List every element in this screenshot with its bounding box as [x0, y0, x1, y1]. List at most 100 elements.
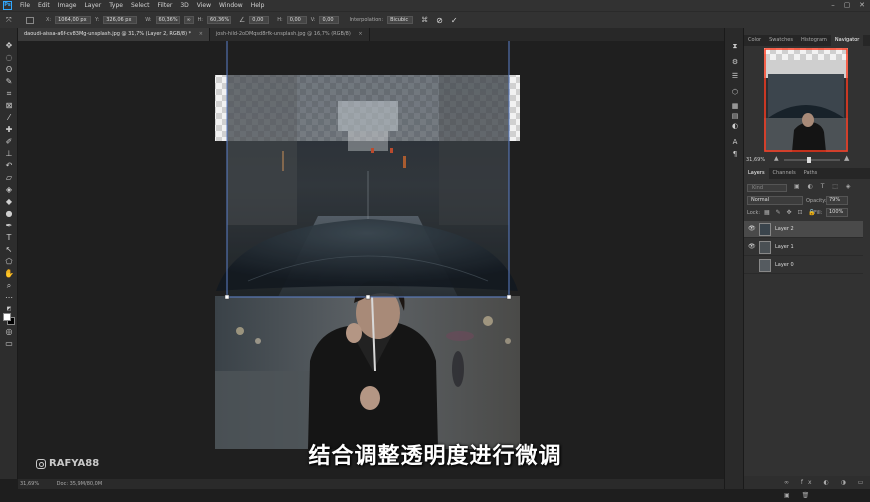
link-icon[interactable]: ∞: [183, 16, 194, 24]
close-tab-icon[interactable]: ×: [199, 31, 203, 37]
pen-tool-icon[interactable]: ✒: [3, 221, 15, 231]
menu-layer[interactable]: Layer: [80, 2, 105, 9]
crop-tool-icon[interactable]: ⌗: [3, 89, 15, 99]
layer-name[interactable]: Layer 0: [775, 257, 794, 274]
angle-field[interactable]: 0,00: [249, 16, 270, 24]
blend-mode-select[interactable]: Normal: [747, 196, 803, 205]
default-colors-icon[interactable]: ◩: [3, 304, 15, 312]
tab-swatches[interactable]: Swatches: [765, 35, 797, 46]
menu-select[interactable]: Select: [127, 2, 154, 9]
type-tool-icon[interactable]: T: [3, 233, 15, 243]
tab-navigator[interactable]: Navigator: [830, 35, 864, 46]
layer-row-layer-1[interactable]: 👁 Layer 1: [744, 239, 863, 256]
3d-icon[interactable]: ⬡: [730, 88, 740, 97]
layer-name[interactable]: Layer 1: [775, 239, 794, 256]
menu-image[interactable]: Image: [54, 2, 81, 9]
screen-mode-icon[interactable]: ▭: [3, 339, 15, 349]
menu-3d[interactable]: 3D: [176, 2, 192, 9]
brush-tool-icon[interactable]: ✐: [3, 137, 15, 147]
layer-row-layer-2[interactable]: 👁 Layer 2: [744, 221, 863, 238]
menu-view[interactable]: View: [193, 2, 215, 9]
libraries-icon[interactable]: ▤: [730, 112, 740, 121]
navigator-preview[interactable]: [764, 48, 848, 152]
layers-footer-buttons[interactable]: ∞ fx ◐ ◑ ▭ ▣ 🗑: [744, 476, 870, 499]
reference-point-icon[interactable]: [26, 16, 34, 24]
zoom-in-icon[interactable]: ▲: [844, 154, 849, 162]
x-field[interactable]: 1064,00 px: [55, 16, 92, 24]
hand-tool-icon[interactable]: ✋: [3, 269, 15, 279]
eraser-tool-icon[interactable]: ▱: [3, 173, 15, 183]
y-field[interactable]: 326,06 px: [103, 16, 138, 24]
frame-tool-icon[interactable]: ⊠: [3, 101, 15, 111]
menu-edit[interactable]: Edit: [34, 2, 54, 9]
eye-icon[interactable]: 👁: [748, 243, 756, 250]
tab-histogram[interactable]: Histogram: [797, 35, 831, 46]
menu-type[interactable]: Type: [105, 2, 127, 9]
history-icon[interactable]: ⧗: [730, 42, 740, 51]
shape-tool-icon[interactable]: ⬠: [3, 257, 15, 267]
commit-transform-button[interactable]: ✓: [451, 16, 458, 25]
minimize-button[interactable]: –: [826, 0, 840, 11]
navigator-zoom[interactable]: 31,69%: [746, 157, 765, 163]
close-tab-icon[interactable]: ×: [358, 31, 362, 37]
foreground-color-swatch[interactable]: [3, 313, 11, 321]
zoom-tool-icon[interactable]: ⌕: [3, 281, 15, 291]
more-tools-icon[interactable]: ⋯: [3, 293, 15, 303]
history-brush-tool-icon[interactable]: ↶: [3, 161, 15, 171]
status-zoom[interactable]: 31,69%: [20, 481, 39, 487]
menu-window[interactable]: Window: [215, 2, 247, 9]
tab-paths[interactable]: Paths: [800, 168, 822, 179]
tab-color[interactable]: Color: [744, 35, 765, 46]
transform-handle-bottom-left[interactable]: [224, 294, 230, 300]
canvas-area[interactable]: [18, 41, 724, 479]
transform-handle-bottom-right[interactable]: [506, 294, 512, 300]
adjustments-icon[interactable]: ☰: [730, 72, 740, 81]
lock-icons[interactable]: ▦ ✎ ✥ ⊡ 🔒: [764, 209, 818, 216]
opacity-field[interactable]: 79%: [826, 196, 848, 205]
layer-row-layer-0[interactable]: 👁 Layer 0: [744, 257, 863, 274]
move-tool-icon[interactable]: ✥: [3, 41, 15, 51]
tab-channels[interactable]: Channels: [769, 168, 800, 179]
move-tool-preset-icon[interactable]: ⤧: [6, 16, 16, 25]
marquee-tool-icon[interactable]: ◌: [3, 53, 15, 63]
layer-name[interactable]: Layer 2: [775, 221, 794, 238]
properties-icon[interactable]: ⚙: [730, 58, 740, 67]
paint-bucket-tool-icon[interactable]: ◈: [3, 185, 15, 195]
layer-filter-icons[interactable]: ▣ ◐ T ⬚ ◈: [794, 183, 853, 190]
navigator-zoom-slider[interactable]: [784, 159, 840, 161]
healing-brush-tool-icon[interactable]: ✚: [3, 125, 15, 135]
width-field[interactable]: 60,36%: [155, 16, 180, 24]
clone-stamp-tool-icon[interactable]: ⊥: [3, 149, 15, 159]
menu-filter[interactable]: Filter: [154, 2, 177, 9]
maximize-button[interactable]: ▢: [840, 0, 854, 11]
cancel-transform-button[interactable]: ⊘: [436, 16, 443, 25]
menu-help[interactable]: Help: [247, 2, 269, 9]
eyedropper-tool-icon[interactable]: ⁄: [3, 113, 15, 123]
doc-tab-josh[interactable]: josh-hild-2oDMqsd8rfk-unsplash.jpg @ 16,…: [209, 28, 370, 41]
warp-icon[interactable]: ⌘: [421, 16, 428, 24]
zoom-slider-thumb[interactable]: [807, 157, 811, 163]
eye-icon[interactable]: 👁: [748, 261, 755, 268]
styles-icon[interactable]: ◐: [730, 122, 740, 131]
interpolation-select[interactable]: Bicubic: [387, 16, 414, 24]
layer-filter-search[interactable]: Kind: [747, 184, 787, 192]
eye-icon[interactable]: 👁: [748, 225, 756, 232]
brush-settings-icon[interactable]: ▦: [730, 102, 740, 111]
transform-handle-bottom-middle[interactable]: [365, 294, 371, 300]
close-window-button[interactable]: ✕: [855, 0, 869, 11]
zoom-out-icon[interactable]: ▲: [774, 155, 779, 162]
dodge-tool-icon[interactable]: ●: [3, 209, 15, 219]
paragraph-icon[interactable]: ¶: [730, 150, 740, 159]
h-skew-field[interactable]: 0,00: [286, 16, 307, 24]
menu-file[interactable]: File: [16, 2, 34, 9]
lasso-tool-icon[interactable]: ʘ: [3, 65, 15, 75]
height-field[interactable]: 60,36%: [207, 16, 231, 24]
character-icon[interactable]: A: [730, 138, 740, 147]
quick-select-tool-icon[interactable]: ✎: [3, 77, 15, 87]
tab-layers[interactable]: Layers: [744, 168, 769, 179]
blur-tool-icon[interactable]: ◆: [3, 197, 15, 207]
path-selection-tool-icon[interactable]: ↖: [3, 245, 15, 255]
doc-tab-daoudi[interactable]: daoudi-aissa-a6f-cv83Mg-unsplash.jpg @ 3…: [18, 28, 210, 41]
quick-mask-icon[interactable]: ◎: [3, 327, 15, 337]
v-skew-field[interactable]: 0,00: [319, 16, 340, 24]
